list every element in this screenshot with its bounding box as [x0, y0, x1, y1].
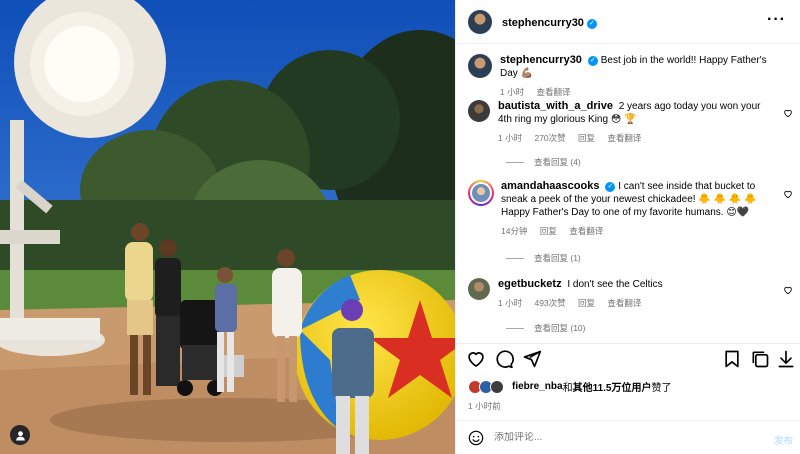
comment-composer: 发布 [456, 420, 800, 454]
post-actions-bar [456, 343, 800, 373]
view-replies-button[interactable]: 查看回复 (10) [506, 322, 585, 334]
caption-avatar[interactable] [468, 54, 492, 78]
heart-icon[interactable] [783, 108, 793, 118]
download-icon[interactable] [776, 349, 796, 369]
comment-reply-button[interactable]: 回复 [540, 226, 557, 236]
likes-conjunction: 和 [562, 383, 573, 394]
liker-avatar [490, 379, 504, 394]
likes-summary[interactable]: fiebre_nba 和其他11.5万位用户 赞了 [468, 379, 672, 394]
likes-suffix: 赞了 [651, 383, 672, 394]
like-heart-icon[interactable] [466, 349, 486, 369]
view-replies-button[interactable]: 查看回复 (1) [506, 252, 581, 264]
comment-username[interactable]: bautista_with_a_drive [498, 100, 613, 112]
save-bookmark-icon[interactable] [722, 349, 742, 369]
comment-avatar[interactable] [468, 100, 490, 122]
caption-item: stephencurry30 ✓ Best job in the world!! … [468, 54, 788, 99]
liker-username[interactable]: fiebre_nba [512, 381, 563, 392]
view-replies-label: 查看回复 (1) [534, 253, 581, 263]
comment-likes[interactable]: 493次赞 [534, 298, 565, 308]
replies-divider [506, 257, 524, 259]
comment-translate-link[interactable]: 查看翻译 [569, 226, 603, 236]
verified-badge-icon: ✓ [587, 56, 598, 66]
comment-translate-link[interactable]: 查看翻译 [607, 133, 641, 143]
comment-item: amandahaascooks ✓ I can't see inside that… [468, 180, 788, 238]
post-header: stephencurry30 ✓ ··· [456, 0, 800, 44]
caption-translate-link[interactable]: 查看翻译 [536, 87, 570, 97]
comment-item: bautista_with_a_drive 2 years ago today … [468, 100, 788, 145]
comment-translate-link[interactable]: 查看翻译 [607, 298, 641, 308]
comment-text: I don't see the Celtics [567, 279, 663, 290]
likes-others-count[interactable]: 其他11.5万位用户 [573, 379, 652, 394]
view-replies-label: 查看回复 (4) [534, 157, 581, 167]
heart-icon[interactable] [783, 285, 793, 295]
verified-badge-icon: ✓ [605, 182, 616, 192]
post-side-panel: stephencurry30 ✓ ··· stephencurry30 ✓ Best… [455, 0, 800, 454]
post-comment-button[interactable]: 发布 [774, 433, 793, 447]
comment-time[interactable]: 1 小时 [498, 133, 522, 143]
verified-badge-icon: ✓ [586, 18, 597, 29]
replies-divider [506, 327, 524, 329]
liker-avatars [468, 379, 508, 394]
post-photo[interactable] [0, 0, 455, 454]
comment-avatar[interactable] [468, 278, 490, 300]
person-tag-icon [15, 430, 25, 441]
comments-list[interactable]: stephencurry30 ✓ Best job in the world!! … [456, 44, 800, 342]
replies-divider [506, 161, 524, 163]
caption-time[interactable]: 1 小时 [500, 87, 524, 97]
comment-username[interactable]: egetbucketz [498, 278, 562, 290]
tagged-users-button[interactable] [10, 425, 30, 445]
comment-time[interactable]: 14分钟 [501, 226, 527, 236]
comment-item: egetbucketz I don't see the Celtics 1 小时… [468, 278, 788, 310]
more-options-icon[interactable]: ··· [767, 12, 786, 28]
comment-reply-button[interactable]: 回复 [578, 133, 595, 143]
share-paper-plane-icon[interactable] [522, 349, 542, 369]
multi-post-icon[interactable] [750, 349, 770, 369]
story-ring[interactable] [468, 180, 494, 206]
view-replies-label: 查看回复 (10) [534, 323, 586, 333]
view-replies-button[interactable]: 查看回复 (4) [506, 156, 581, 168]
post-time-ago[interactable]: 1 小时前 [468, 400, 501, 412]
comment-likes[interactable]: 270次赞 [534, 133, 565, 143]
author-username[interactable]: stephencurry30 [502, 17, 584, 29]
family-photo [0, 0, 455, 454]
caption-username[interactable]: stephencurry30 [500, 54, 582, 66]
heart-icon[interactable] [783, 189, 793, 199]
comment-input[interactable] [494, 432, 734, 443]
comment-username[interactable]: amandahaascooks [501, 180, 599, 192]
author-avatar[interactable] [468, 9, 492, 34]
comment-reply-button[interactable]: 回复 [578, 298, 595, 308]
emoji-smiley-icon[interactable] [468, 430, 484, 446]
comment-avatar [470, 182, 492, 204]
comment-time[interactable]: 1 小时 [498, 298, 522, 308]
comment-bubble-icon[interactable] [494, 349, 514, 369]
